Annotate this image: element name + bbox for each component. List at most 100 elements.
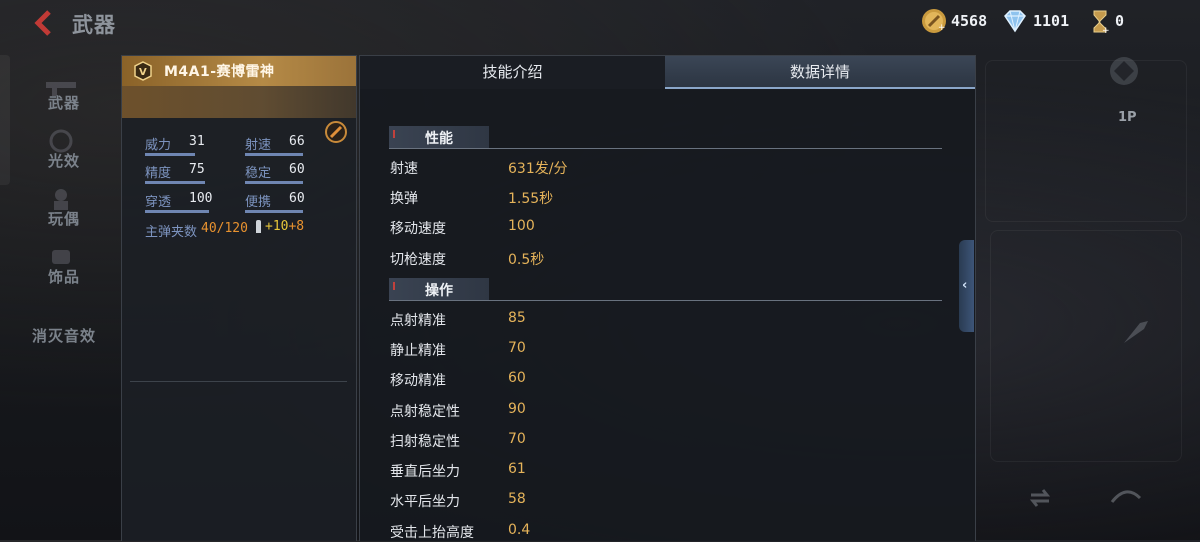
weapon-header: V M4A1-赛博雷神 xyxy=(122,56,356,86)
stat-bar xyxy=(245,153,303,156)
stat-bar xyxy=(145,181,205,184)
svg-text:V: V xyxy=(139,67,147,78)
background-frame xyxy=(985,60,1187,222)
detail-value: 58 xyxy=(508,491,526,507)
rank-badge-icon: V xyxy=(134,61,152,81)
detail-label: 垂直后坐力 xyxy=(390,464,460,480)
section-marker xyxy=(393,282,395,290)
section-divider xyxy=(389,300,942,301)
attachment-icon[interactable] xyxy=(325,121,347,143)
stat-bar xyxy=(245,181,303,184)
back-button[interactable] xyxy=(30,9,58,37)
detail-label: 移动速度 xyxy=(390,221,446,237)
weapon-info-panel: V M4A1-赛博雷神 xyxy=(121,55,357,541)
detail-value: 0.5秒 xyxy=(508,252,545,268)
detail-value: 61 xyxy=(508,461,526,477)
stat-accuracy: 精度 75 xyxy=(145,162,205,186)
tab-skill-intro[interactable]: 技能介绍 xyxy=(360,56,665,89)
gold-amount: 4568 xyxy=(951,12,988,30)
weapon-subheader xyxy=(122,86,356,143)
ticket-amount: 0 xyxy=(1115,12,1125,30)
stat-value: 100 xyxy=(189,191,213,206)
stat-portability: 便携 60 xyxy=(245,191,305,215)
panel-divider xyxy=(130,381,347,382)
detail-value: 90 xyxy=(508,401,526,417)
stat-value: 60 xyxy=(289,162,305,177)
svg-text:+: + xyxy=(938,23,946,33)
stat-bar xyxy=(145,210,209,213)
diamond-currency[interactable]: 1101 xyxy=(1001,8,1069,34)
chevron-left-icon: ‹ xyxy=(962,278,968,293)
detail-value: 0.4 xyxy=(508,522,531,538)
stat-power: 威力 31 xyxy=(145,134,205,158)
rotate-view-icon[interactable] xyxy=(1108,55,1140,87)
section-divider xyxy=(389,148,942,149)
diamond-amount: 1101 xyxy=(1033,12,1070,30)
back-arrow-icon xyxy=(34,10,51,36)
detail-label: 扫射稳定性 xyxy=(390,434,460,450)
ammo-bonus-secondary: +8 xyxy=(288,219,305,234)
sidebar-item-kill-sound[interactable]: 消灭音效 xyxy=(12,325,116,346)
stat-bar xyxy=(245,210,303,213)
sidebar-item-doll[interactable]: 玩偶 xyxy=(22,208,106,229)
page-title: 武器 xyxy=(72,13,116,37)
stat-fire-rate: 射速 66 xyxy=(245,134,305,158)
collapse-panel-handle[interactable]: ‹ xyxy=(959,240,974,332)
tab-data-details[interactable]: 数据详情 xyxy=(665,56,975,89)
svg-text:+: + xyxy=(1102,26,1110,34)
background-strip xyxy=(0,55,10,185)
detail-label: 切枪速度 xyxy=(390,252,446,268)
stat-value: 66 xyxy=(289,134,305,149)
detail-label: 静止精准 xyxy=(390,343,446,359)
background-frame xyxy=(990,230,1182,462)
detail-label: 射速 xyxy=(390,161,418,177)
first-person-toggle[interactable]: 1P xyxy=(1118,110,1137,125)
section-marker xyxy=(393,130,395,138)
stat-label: 威力 xyxy=(145,138,172,153)
ammo-label: 主弹夹数 xyxy=(145,225,198,240)
stat-stability: 稳定 60 xyxy=(245,162,305,186)
detail-value: 60 xyxy=(508,370,526,386)
detail-value: 70 xyxy=(508,340,526,356)
section-header-performance: 性能 xyxy=(389,126,489,148)
ammo-bonus: +10 +8 xyxy=(256,219,304,234)
stat-label: 便携 xyxy=(245,195,272,210)
stat-label: 精度 xyxy=(145,166,172,181)
stat-value: 75 xyxy=(189,162,205,177)
detail-panel: 技能介绍 数据详情 性能 射速 631发/分 换弹 1.55秒 移动速度 100… xyxy=(359,55,976,541)
section-header-operation: 操作 xyxy=(389,278,489,300)
sidebar-item-effect[interactable]: 光效 xyxy=(22,150,106,171)
swap-icon[interactable] xyxy=(1025,483,1055,513)
stat-label: 射速 xyxy=(245,138,272,153)
section-title: 性能 xyxy=(425,131,453,147)
ticket-icon: + xyxy=(1093,10,1110,34)
detail-label: 点射精准 xyxy=(390,313,446,329)
detail-value: 70 xyxy=(508,431,526,447)
bullet-icon xyxy=(256,220,261,233)
sidebar-item-weapon[interactable]: 武器 xyxy=(22,92,106,113)
stat-label: 穿透 xyxy=(145,195,172,210)
gold-coin-icon: + xyxy=(922,9,946,33)
detail-label: 移动精准 xyxy=(390,373,446,389)
stat-value: 31 xyxy=(189,134,205,149)
detail-value: 1.55秒 xyxy=(508,191,554,207)
section-title: 操作 xyxy=(425,283,453,299)
detail-label: 水平后坐力 xyxy=(390,494,460,510)
stat-label: 稳定 xyxy=(245,166,272,181)
ticket-currency[interactable]: + 0 xyxy=(1089,8,1124,34)
weapon-skin-icon[interactable] xyxy=(1120,315,1152,347)
weapon-name: M4A1-赛博雷神 xyxy=(164,64,275,80)
gold-currency[interactable]: + 4568 xyxy=(921,8,987,34)
sidebar-item-accessory[interactable]: 饰品 xyxy=(22,266,106,287)
stat-value: 60 xyxy=(289,191,305,206)
stat-penetration: 穿透 100 xyxy=(145,191,213,215)
stat-bar xyxy=(145,153,195,156)
detail-value: 100 xyxy=(508,218,535,234)
detail-label: 受击上抬高度 xyxy=(390,525,474,541)
detail-value: 85 xyxy=(508,310,526,326)
detail-value: 631发/分 xyxy=(508,161,568,177)
inspect-weapon-icon[interactable] xyxy=(1108,480,1144,510)
ammo-bonus-primary: +10 xyxy=(265,219,289,234)
wrench-icon xyxy=(329,125,343,139)
detail-label: 换弹 xyxy=(390,191,418,207)
